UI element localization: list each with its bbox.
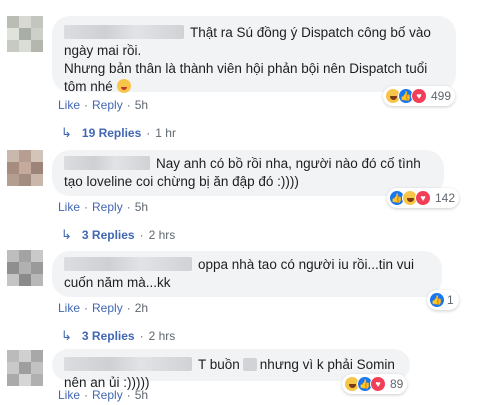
love-icon: ♥ xyxy=(370,376,386,392)
reaction-summary[interactable]: 👍 1 xyxy=(427,290,459,310)
replies-time: 2 hrs xyxy=(148,228,176,242)
reply-button[interactable]: Reply xyxy=(92,388,123,402)
reaction-count: 89 xyxy=(390,377,404,391)
comment-actions: Like · Reply · 5h xyxy=(58,98,149,112)
reply-button[interactable]: Reply xyxy=(92,301,123,315)
love-icon: ♥ xyxy=(411,88,427,104)
comment-time[interactable]: 5h xyxy=(135,98,148,112)
reaction-count: 499 xyxy=(431,89,452,103)
view-replies[interactable]: ↳ 3 Replies · 2 hrs xyxy=(61,227,175,243)
reaction-summary[interactable]: 👍 ♥ 142 xyxy=(387,188,460,208)
comment-text: T buồn xyxy=(198,357,240,372)
comment-time[interactable]: 2h xyxy=(135,301,148,315)
like-button[interactable]: Like xyxy=(58,388,80,402)
comment-actions: Like · Reply · 5h xyxy=(58,388,149,402)
commenter-name-redacted[interactable] xyxy=(64,257,192,271)
emoji-icon xyxy=(116,79,131,93)
reaction-count: 1 xyxy=(447,293,454,307)
comment-actions: Like · Reply · 5h xyxy=(58,200,149,214)
replies-time: 2 hrs xyxy=(148,329,176,343)
reply-arrow-icon: ↳ xyxy=(61,227,72,242)
comment-actions: Like · Reply · 2h xyxy=(58,301,149,315)
like-button[interactable]: Like xyxy=(58,301,80,315)
comment-bubble: Nay anh có bồ rồi nha, người nào đó cố t… xyxy=(52,150,444,196)
avatar[interactable] xyxy=(7,16,43,52)
replies-link[interactable]: 3 Replies xyxy=(82,228,135,242)
reply-arrow-icon: ↳ xyxy=(61,125,72,140)
reaction-summary[interactable]: 👍 ♥ 499 xyxy=(383,86,456,106)
reply-button[interactable]: Reply xyxy=(92,200,123,214)
reaction-count: 142 xyxy=(435,191,456,205)
view-replies[interactable]: ↳ 19 Replies · 1 hr xyxy=(61,125,176,141)
comment-time[interactable]: 5h xyxy=(135,200,148,214)
replies-time: 1 hr xyxy=(155,126,176,140)
commenter-name-redacted[interactable] xyxy=(64,25,184,39)
comment-bubble: oppa nhà tao có người iu rồi...tin vui c… xyxy=(52,251,442,297)
like-button[interactable]: Like xyxy=(58,200,80,214)
reply-arrow-icon: ↳ xyxy=(61,328,72,343)
replies-link[interactable]: 19 Replies xyxy=(82,126,141,140)
view-replies[interactable]: ↳ 3 Replies · 2 hrs xyxy=(61,328,175,344)
love-icon: ♥ xyxy=(415,190,431,206)
avatar[interactable] xyxy=(7,250,43,286)
redacted-word xyxy=(242,358,257,371)
commenter-name-redacted[interactable] xyxy=(64,156,150,170)
avatar[interactable] xyxy=(7,350,43,386)
replies-link[interactable]: 3 Replies xyxy=(82,329,135,343)
commenter-name-redacted[interactable] xyxy=(64,357,192,371)
like-button[interactable]: Like xyxy=(58,98,80,112)
avatar[interactable] xyxy=(7,150,43,186)
reply-button[interactable]: Reply xyxy=(92,98,123,112)
comment-bubble: Thật ra Sú đồng ý Dispatch công bố vào n… xyxy=(52,16,456,94)
reaction-summary[interactable]: 👍 ♥ 89 xyxy=(342,374,408,394)
comment-time[interactable]: 5h xyxy=(135,388,148,402)
like-icon: 👍 xyxy=(429,292,445,308)
